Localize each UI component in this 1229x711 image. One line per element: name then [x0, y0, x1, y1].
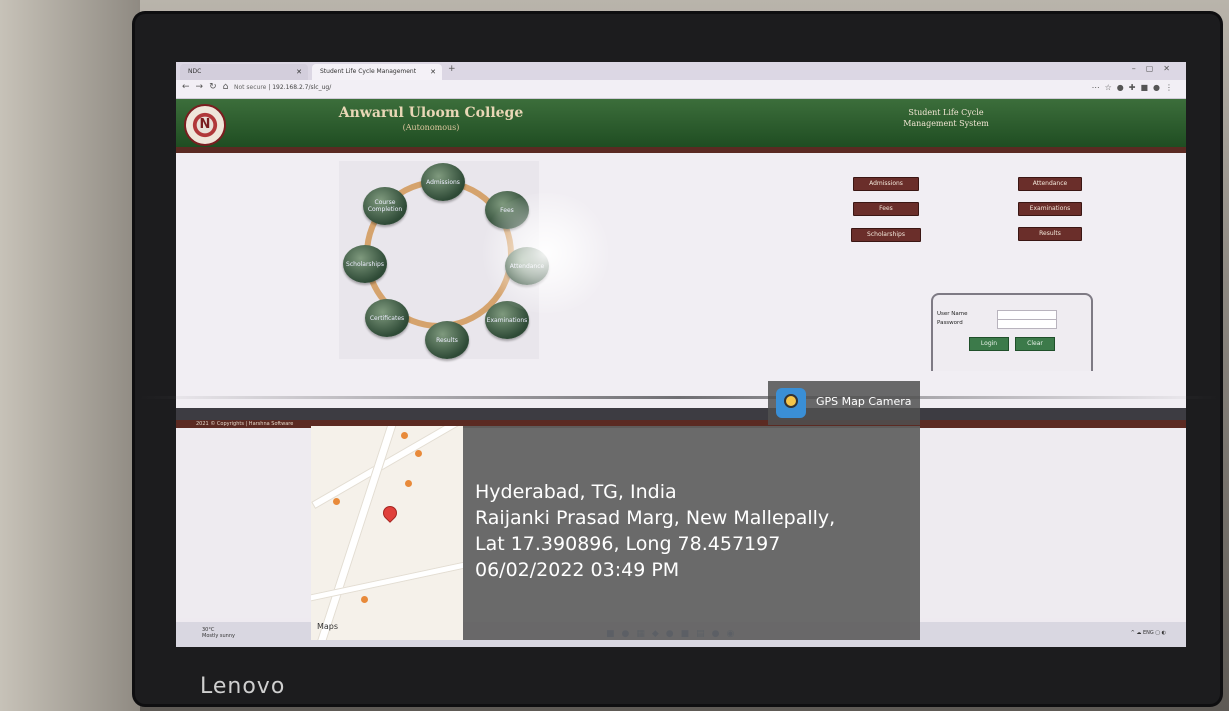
- cycle-node: Examinations: [485, 301, 529, 339]
- close-icon[interactable]: ✕: [296, 64, 302, 80]
- cycle-node: Scholarships: [343, 245, 387, 283]
- location-street: Raijanki Prasad Marg, New Mallepally,: [475, 507, 836, 529]
- login-button[interactable]: Login: [969, 337, 1009, 351]
- location-city: Hyderabad, TG, India: [475, 481, 677, 503]
- location-pin-icon: [380, 503, 400, 523]
- college-seal-icon: N: [184, 104, 226, 146]
- life-cycle-diagram: Admissions Fees Attendance Examinations …: [339, 161, 549, 359]
- username-label: User Name: [937, 311, 968, 317]
- college-name: Anwarul Uloom College (Autonomous): [326, 105, 536, 132]
- map-poi: [405, 480, 414, 487]
- results-button[interactable]: Results: [1018, 227, 1082, 241]
- fees-button[interactable]: Fees: [853, 202, 919, 216]
- scholarships-button[interactable]: Scholarships: [851, 228, 921, 242]
- reflection-strip: [138, 396, 1220, 399]
- cycle-node: Results: [425, 321, 469, 359]
- maps-logo: Maps: [317, 622, 338, 631]
- map-road: [313, 426, 398, 640]
- cycle-node: Course Completion: [363, 187, 407, 225]
- system-title-line2: Management System: [903, 119, 989, 128]
- weather-widget[interactable]: 30°C Mostly sunny: [202, 627, 235, 639]
- gps-camera-icon: [776, 388, 806, 418]
- wall: [0, 0, 140, 711]
- gps-badge-label: GPS Map Camera: [816, 395, 912, 408]
- weather-text: Mostly sunny: [202, 633, 235, 639]
- system-title-line1: Student Life Cycle: [908, 108, 984, 117]
- admissions-button[interactable]: Admissions: [853, 177, 919, 191]
- tab-label: Student Life Cycle Management: [320, 68, 417, 75]
- clear-button[interactable]: Clear: [1015, 337, 1055, 351]
- close-icon[interactable]: ✕: [430, 64, 436, 80]
- tab-label: NDC: [188, 68, 202, 75]
- location-info-panel: Hyderabad, TG, India Raijanki Prasad Mar…: [463, 426, 920, 640]
- new-tab-icon[interactable]: +: [448, 64, 456, 74]
- main-content: Admissions Fees Attendance Examinations …: [176, 153, 1186, 431]
- window-controls[interactable]: –▢✕: [1132, 64, 1180, 73]
- college-subtitle: (Autonomous): [402, 123, 460, 132]
- tab-ndc[interactable]: NDC ✕: [180, 64, 308, 80]
- examinations-button[interactable]: Examinations: [1018, 202, 1082, 216]
- cycle-node: Certificates: [365, 299, 409, 337]
- monitor-brand: Lenovo: [200, 674, 286, 699]
- address-bar: ←→↻⌂ Not secure | 192.168.2.7/slc_ug/ ⋯☆…: [176, 80, 1186, 99]
- college-title: Anwarul Uloom College: [338, 105, 524, 121]
- location-timestamp: 06/02/2022 03:49 PM: [475, 559, 680, 581]
- gps-badge: GPS Map Camera: [768, 381, 920, 425]
- url-text: 192.168.2.7/slc_ug/: [272, 84, 332, 91]
- cycle-node: Admissions: [421, 163, 465, 201]
- login-box: User Name Password Login Clear: [931, 293, 1093, 371]
- map-poi: [333, 498, 342, 505]
- cycle-node: Attendance: [505, 247, 549, 285]
- maps-logo-text: Maps: [317, 622, 339, 631]
- system-title: Student Life Cycle Management System: [876, 107, 1016, 129]
- tab-bar: NDC ✕ Student Life Cycle Management ✕ + …: [176, 62, 1186, 80]
- url-field[interactable]: Not secure | 192.168.2.7/slc_ug/: [234, 84, 331, 91]
- college-header: N Anwarul Uloom College (Autonomous) Stu…: [176, 99, 1186, 153]
- map-thumbnail: Maps: [311, 426, 463, 640]
- nav-buttons[interactable]: ←→↻⌂: [182, 82, 234, 92]
- cycle-node: Fees: [485, 191, 529, 229]
- security-indicator: Not secure: [234, 84, 267, 91]
- tab-student-life-cycle[interactable]: Student Life Cycle Management ✕: [312, 64, 442, 80]
- location-coordinates: Lat 17.390896, Long 78.457197: [475, 533, 781, 555]
- password-input[interactable]: [997, 319, 1057, 329]
- map-road: [311, 556, 463, 603]
- map-poi: [361, 596, 370, 603]
- screen-reflection: [176, 408, 1186, 420]
- password-label: Password: [937, 320, 963, 326]
- map-poi: [415, 450, 424, 457]
- extension-icons[interactable]: ⋯☆●✚■●⋮: [1092, 83, 1178, 92]
- attendance-button[interactable]: Attendance: [1018, 177, 1082, 191]
- system-tray[interactable]: ^ ☁ ENG ▢ ◐: [1131, 630, 1166, 636]
- map-poi: [401, 432, 410, 439]
